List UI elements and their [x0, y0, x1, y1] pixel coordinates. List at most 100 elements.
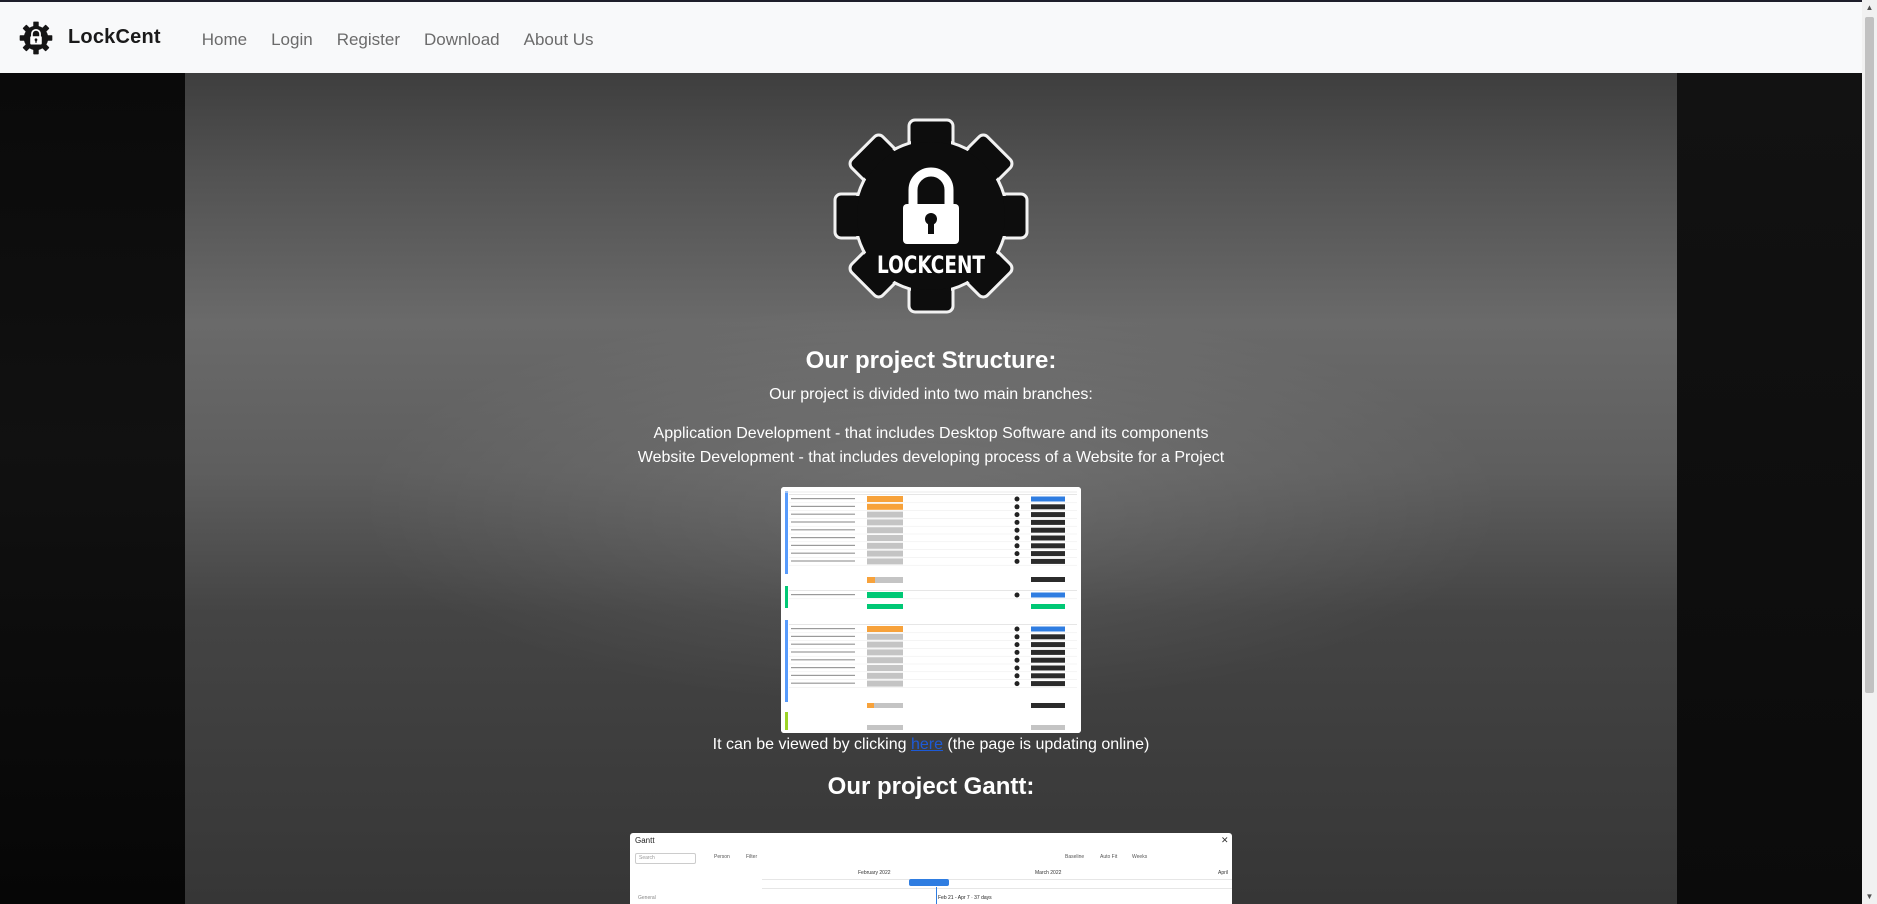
summary-timeline	[1031, 577, 1065, 582]
timeline-pill	[1031, 558, 1065, 564]
task-name	[791, 560, 855, 562]
owner-avatar-icon	[1014, 496, 1020, 502]
gantt-person-filter: Person	[714, 854, 730, 860]
timeline-pill	[1031, 592, 1065, 598]
status-cell	[867, 527, 903, 534]
owner-avatar-icon	[1014, 626, 1020, 632]
owner-avatar-icon	[1014, 681, 1020, 687]
status-cell	[867, 626, 903, 632]
row-divider	[789, 549, 1077, 550]
scroll-up-arrow-icon[interactable]: ▲	[1862, 0, 1877, 15]
gantt-general-bar: Feb 21 - Apr 7 · 37 days	[938, 895, 992, 901]
group-application-done	[785, 586, 788, 608]
group-header-line	[789, 624, 1077, 625]
row-divider	[789, 671, 1077, 673]
task-name	[791, 537, 855, 539]
row-divider	[789, 598, 1077, 600]
lockcent-gear-logo: LOCKCENT	[833, 118, 1029, 314]
vertical-scrollbar[interactable]: ▲ ▼	[1862, 0, 1877, 904]
gantt-week-row	[762, 879, 1232, 889]
close-icon: ✕	[1221, 835, 1229, 845]
scroll-down-arrow-icon[interactable]: ▼	[1862, 889, 1877, 904]
task-name	[791, 667, 855, 669]
board-link[interactable]: here	[911, 736, 943, 753]
row-divider	[789, 533, 1077, 535]
scroll-thumb[interactable]	[1865, 17, 1874, 693]
group-website-upcoming	[785, 620, 788, 702]
status-cell	[867, 558, 903, 565]
branch-website: Website Development - that includes deve…	[637, 449, 1225, 466]
summary-timeline	[1031, 703, 1065, 708]
owner-avatar-icon	[1014, 558, 1020, 564]
task-name	[791, 498, 855, 500]
status-cell	[867, 649, 903, 656]
group-header-line	[789, 494, 1077, 495]
nav-link-download[interactable]: Download	[424, 30, 500, 50]
task-name	[791, 544, 855, 546]
gantt-month-feb: February 2022	[858, 870, 891, 876]
summary-timeline	[1031, 604, 1065, 609]
owner-avatar-icon	[1014, 642, 1020, 648]
timeline-pill	[1031, 535, 1065, 541]
timeline-pill	[1031, 642, 1065, 648]
owner-avatar-icon	[1014, 551, 1020, 557]
timeline-pill	[1031, 543, 1065, 549]
row-divider	[789, 632, 1077, 634]
summary-status-progress	[867, 703, 874, 708]
summary-timeline	[1031, 725, 1065, 730]
view-online-text: It can be viewed by clicking here (the p…	[185, 736, 1677, 754]
row-divider	[789, 525, 1077, 527]
row-divider	[789, 502, 1077, 504]
task-name	[791, 651, 855, 653]
owner-avatar-icon	[1014, 634, 1020, 640]
gantt-month-apr: April	[1218, 870, 1229, 876]
row-divider	[789, 510, 1077, 511]
owner-avatar-icon	[1014, 527, 1020, 533]
task-name	[791, 529, 855, 531]
timeline-pill	[1031, 527, 1065, 533]
nav-link-home[interactable]: Home	[202, 30, 247, 50]
owner-avatar-icon	[1014, 657, 1020, 663]
project-board-screenshot	[781, 487, 1081, 733]
nav-link-register[interactable]: Register	[337, 30, 400, 50]
timeline-pill	[1031, 626, 1065, 632]
status-cell	[867, 633, 903, 640]
status-cell	[867, 657, 903, 664]
task-name	[791, 643, 855, 645]
row-divider	[789, 679, 1077, 680]
main-content: LOCKCENT Our project Structure: Our proj…	[185, 73, 1677, 904]
task-name	[791, 628, 855, 630]
gantt-screenshot: Gantt ✕ Search Person Filter Baseline Au…	[630, 833, 1232, 904]
timeline-pill	[1031, 673, 1065, 679]
nav-link-login[interactable]: Login	[271, 30, 313, 50]
timeline-pill	[1031, 551, 1065, 557]
brand[interactable]: LockCent	[19, 21, 161, 55]
task-name	[791, 521, 855, 523]
task-name	[791, 513, 855, 515]
view-suffix: (the page is updating online)	[942, 736, 1150, 753]
page-background-left	[0, 73, 185, 904]
logo-text: LOCKCENT	[877, 251, 985, 279]
owner-avatar-icon	[1014, 665, 1020, 671]
row-divider	[789, 518, 1077, 519]
timeline-pill	[1031, 496, 1065, 502]
timeline-pill	[1031, 665, 1065, 671]
nav-link-about-us[interactable]: About Us	[524, 30, 594, 50]
timeline-pill	[1031, 657, 1065, 663]
summary-status	[867, 725, 903, 730]
owner-avatar-icon	[1014, 592, 1020, 598]
view-prefix: It can be viewed by clicking	[712, 736, 911, 753]
gantt-row-general: General	[638, 895, 656, 901]
gantt-heading: Our project Gantt:	[827, 773, 1035, 800]
structure-intro: Our project is divided into two main bra…	[769, 386, 1093, 403]
status-cell	[867, 542, 903, 549]
status-cell	[867, 496, 903, 502]
row-divider	[789, 687, 1077, 688]
structure-heading: Our project Structure:	[805, 347, 1057, 374]
owner-avatar-icon	[1014, 535, 1020, 541]
brand-name: LockCent	[68, 26, 161, 48]
status-cell	[867, 665, 903, 671]
owner-avatar-icon	[1014, 649, 1020, 655]
nav-links: Home Login Register Download About Us	[202, 30, 618, 50]
gantt-autofit: Auto Fit	[1100, 854, 1118, 860]
